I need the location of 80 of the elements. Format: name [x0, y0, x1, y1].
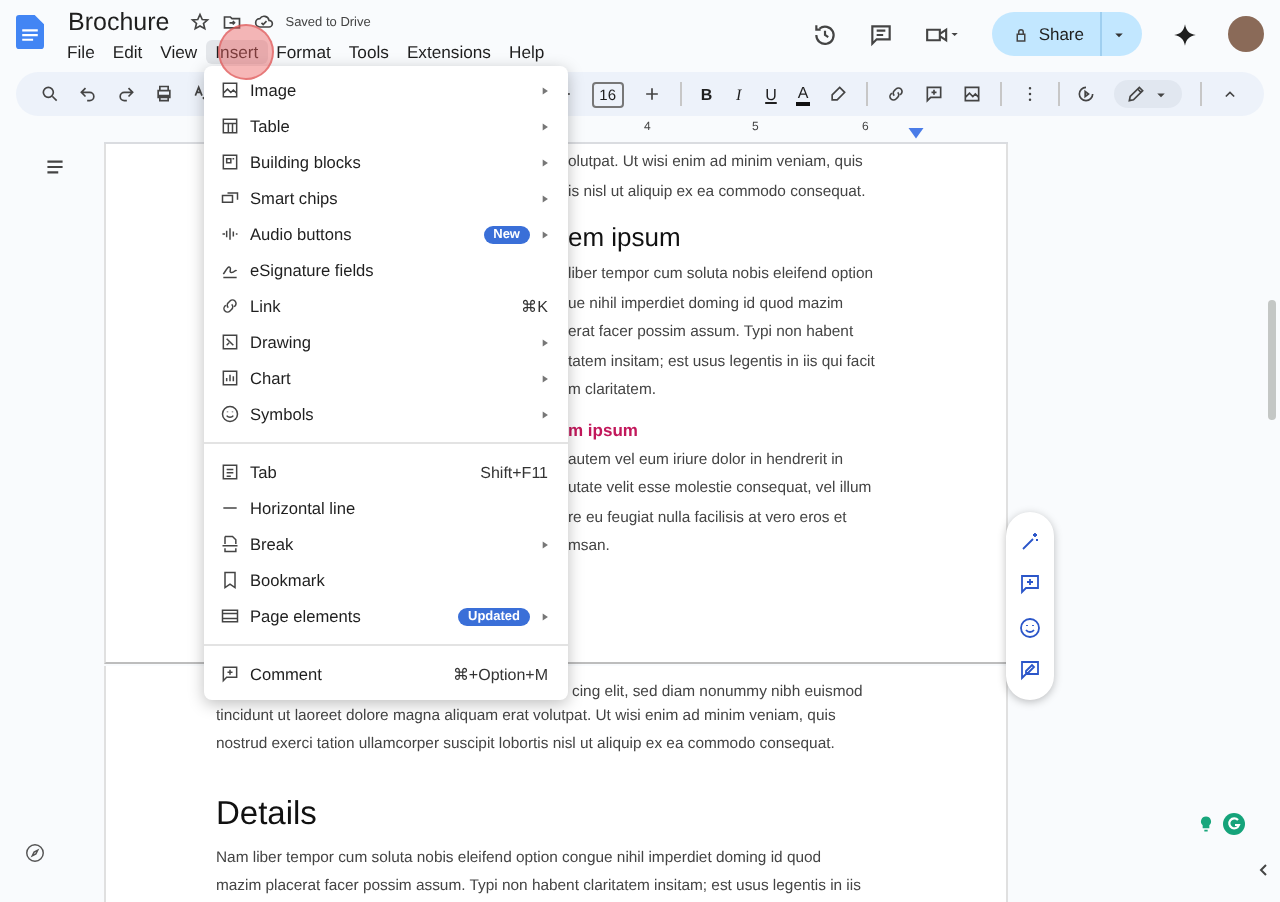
image-icon[interactable] [961, 84, 982, 104]
menu-bar-item[interactable]: View [151, 40, 207, 64]
menu-item[interactable]: Chart [204, 360, 568, 396]
edit-mode-icon[interactable] [1076, 84, 1097, 104]
round-badge-icon[interactable] [1222, 812, 1246, 836]
menu-item[interactable]: Tab Shift+F11 [204, 454, 568, 490]
avatar[interactable] [1228, 16, 1264, 52]
document-title[interactable]: Brochure [68, 8, 170, 36]
chips-icon [220, 188, 240, 208]
menu-bar-item[interactable]: Extensions [397, 40, 500, 64]
magic-wand-icon[interactable] [1018, 529, 1042, 554]
lock-icon [1012, 25, 1031, 43]
suggest-edit-icon[interactable] [1018, 658, 1042, 683]
menu-item[interactable]: Comment ⌘+Option+M [204, 656, 568, 692]
signature-icon [220, 260, 240, 280]
table-icon [220, 116, 240, 136]
pencil-icon [1126, 84, 1147, 104]
drawing-icon [220, 332, 240, 352]
folder-icon[interactable] [221, 12, 242, 32]
lightbulb-icon[interactable] [1196, 812, 1216, 836]
history-icon[interactable] [812, 21, 839, 47]
section-heading: em ipsum [568, 222, 683, 252]
link-icon [220, 296, 240, 316]
document-logo-icon[interactable] [16, 14, 44, 50]
menu-bar-item[interactable]: Edit [103, 40, 152, 64]
shortcut-hint: ⌘+Option+M [452, 665, 548, 683]
audio-wave-icon [220, 224, 240, 244]
layout-icon [220, 606, 240, 626]
bold-button[interactable]: B [699, 85, 714, 103]
redo-icon[interactable] [116, 84, 136, 104]
blocks-icon [220, 152, 240, 172]
indent-marker-icon[interactable] [908, 128, 924, 140]
scrollbar-thumb[interactable] [1268, 300, 1276, 420]
star-icon[interactable] [189, 12, 210, 32]
section-heading: Details [216, 795, 319, 833]
italic-button[interactable]: I [731, 85, 746, 103]
print-icon[interactable] [154, 84, 174, 104]
menu-item[interactable]: eSignature fields [204, 252, 568, 288]
menu-item[interactable]: Horizontal line [204, 490, 568, 526]
page-break-icon [220, 534, 240, 554]
menu-bar-item[interactable]: Tools [339, 40, 398, 64]
menu-item[interactable]: Drawing [204, 324, 568, 360]
bookmark-icon [220, 570, 240, 590]
menu-item[interactable]: Table [204, 108, 568, 144]
undo-icon[interactable] [78, 84, 98, 104]
comment-icon[interactable] [868, 21, 895, 47]
shortcut-hint: ⌘K [521, 297, 548, 315]
underline-button[interactable]: U [763, 85, 779, 103]
menu-bar-item[interactable]: Insert [206, 40, 268, 64]
menu-item[interactable]: Symbols [204, 396, 568, 432]
menu-bar-item[interactable]: Help [499, 40, 554, 64]
menu-item[interactable]: Bookmark [204, 562, 568, 598]
add-comment-icon[interactable] [1018, 572, 1042, 597]
menu-item[interactable]: Image [204, 72, 568, 108]
smiley-icon[interactable] [1018, 615, 1042, 640]
menu-item[interactable]: Break [204, 526, 568, 562]
share-button[interactable]: Share [992, 12, 1142, 56]
add-comment-icon [220, 664, 240, 684]
shortcut-hint: Shift+F11 [480, 463, 548, 481]
menu-item[interactable]: Building blocks [204, 144, 568, 180]
text-color-button[interactable]: A [796, 83, 811, 105]
link-icon[interactable] [885, 84, 906, 104]
menu-item[interactable]: Link ⌘K [204, 288, 568, 324]
click-indicator [218, 24, 274, 80]
plus-icon[interactable] [642, 84, 662, 104]
add-comment-icon[interactable] [923, 84, 944, 104]
menu-item[interactable]: Smart chips [204, 180, 568, 216]
menu-bar-item[interactable]: Format [267, 40, 340, 64]
smiley-icon [220, 404, 240, 424]
subheading: m ipsum [568, 419, 640, 439]
editing-mode-button[interactable] [1114, 80, 1183, 108]
search-icon[interactable] [40, 84, 60, 104]
sparkle-icon[interactable] [1172, 21, 1198, 47]
highlighter-icon[interactable] [828, 84, 849, 104]
cloud-check-icon [253, 12, 274, 32]
document-icon [220, 462, 240, 482]
menu-bar-item[interactable]: File [58, 40, 104, 64]
compass-icon[interactable] [24, 842, 46, 864]
image-icon [220, 80, 240, 100]
chart-icon [220, 368, 240, 388]
